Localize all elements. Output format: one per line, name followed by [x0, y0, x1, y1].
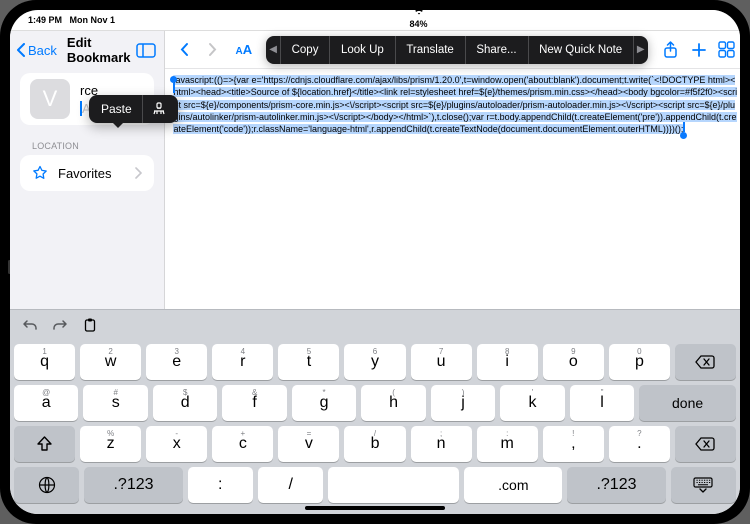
key-v[interactable]: =v [278, 426, 339, 462]
clipboard-button[interactable] [80, 318, 100, 332]
globe-key[interactable] [14, 467, 79, 503]
punct-slash-key[interactable]: / [258, 467, 323, 503]
location-section-label: LOCATION [32, 141, 164, 151]
key-g[interactable]: *g [292, 385, 356, 421]
key-e[interactable]: 3e [146, 344, 207, 380]
edit-menu-popover: Paste [89, 95, 178, 123]
key-,[interactable]: !, [543, 426, 604, 462]
key-b[interactable]: /b [344, 426, 405, 462]
status-left: 1:49 PM Mon Nov 1 [28, 15, 115, 25]
punct-colon-key[interactable]: : [188, 467, 253, 503]
bookmark-icon-letter: V [43, 86, 58, 112]
key-u[interactable]: 7u [411, 344, 472, 380]
favorites-row[interactable]: Favorites [20, 155, 154, 191]
sidebar-nav: Back Edit Bookmark [10, 31, 164, 69]
menu-copy[interactable]: Copy [281, 36, 330, 64]
key-f[interactable]: &f [222, 385, 286, 421]
autofill-button[interactable] [142, 95, 176, 123]
page-title: Edit Bookmark [67, 35, 133, 65]
key-n[interactable]: ;n [411, 426, 472, 462]
sidebar-toggle-button[interactable] [136, 39, 156, 61]
share-button[interactable] [660, 41, 682, 59]
menu-share[interactable]: Share... [465, 36, 527, 64]
key-h[interactable]: (h [361, 385, 425, 421]
address-bar-content[interactable]: javascript:(()=>{var e='https://cdnjs.cl… [165, 69, 740, 309]
status-bar: 1:49 PM Mon Nov 1 ✈︎ 84% [10, 10, 740, 30]
key-.[interactable]: ?. [609, 426, 670, 462]
key-t[interactable]: 5t [278, 344, 339, 380]
key-x[interactable]: -x [146, 426, 207, 462]
redo-button[interactable] [50, 319, 70, 331]
status-time: 1:49 PM [28, 15, 62, 25]
chevron-right-icon [134, 167, 142, 179]
sidebar-pane: Back Edit Bookmark V rce Address Paste [10, 31, 165, 309]
menu-scroll-right[interactable]: ▶ [634, 44, 648, 55]
keyboard-shortcut-bar [10, 310, 740, 340]
menu-quicknote[interactable]: New Quick Note [528, 36, 633, 64]
browser-toolbar: AA ◀ Copy Look Up Translate Share... New… [165, 31, 740, 69]
back-label: Back [28, 43, 57, 58]
favorites-label: Favorites [58, 166, 111, 181]
back-button[interactable]: Back [14, 39, 59, 62]
backspace-key-top[interactable] [675, 344, 736, 380]
done-key[interactable]: done [639, 385, 736, 421]
key-k[interactable]: 'k [500, 385, 564, 421]
backspace-key[interactable] [675, 426, 736, 462]
paste-button[interactable]: Paste [91, 95, 142, 123]
nav-back-button[interactable] [173, 42, 195, 57]
key-c[interactable]: +c [212, 426, 273, 462]
status-date: Mon Nov 1 [70, 15, 116, 25]
wifi-icon [413, 10, 425, 15]
selection-context-menu: ◀ Copy Look Up Translate Share... New Qu… [266, 36, 648, 64]
key-l[interactable]: "l [570, 385, 634, 421]
reader-aa-button[interactable]: AA [235, 42, 252, 57]
key-y[interactable]: 6y [344, 344, 405, 380]
new-tab-button[interactable] [688, 42, 710, 58]
dotcom-key[interactable]: .com [464, 467, 562, 503]
undo-button[interactable] [20, 319, 40, 331]
key-w[interactable]: 2w [80, 344, 141, 380]
key-i[interactable]: 8i [477, 344, 538, 380]
content-pane: AA ◀ Copy Look Up Translate Share... New… [165, 31, 740, 309]
home-indicator[interactable] [305, 506, 445, 510]
menu-translate[interactable]: Translate [395, 36, 465, 64]
keyboard: 1q2w3e4r5t6y7u8i9o0p @a#s$d&f*g(h)j'k"l … [10, 309, 740, 514]
key-j[interactable]: )j [431, 385, 495, 421]
space-key[interactable] [328, 467, 459, 503]
key-p[interactable]: 0p [609, 344, 670, 380]
key-a[interactable]: @a [14, 385, 78, 421]
menu-lookup[interactable]: Look Up [330, 36, 395, 64]
menu-scroll-left[interactable]: ◀ [266, 44, 280, 55]
battery-pct: 84% [410, 19, 428, 29]
key-d[interactable]: $d [153, 385, 217, 421]
code-text: javascript:(()=>{var e='https://cdnjs.cl… [173, 75, 737, 134]
key-s[interactable]: #s [83, 385, 147, 421]
key-o[interactable]: 9o [543, 344, 604, 380]
dismiss-keyboard-key[interactable] [671, 467, 736, 503]
tabs-button[interactable] [716, 41, 738, 58]
key-z[interactable]: %z [80, 426, 141, 462]
symbols-key-right[interactable]: .?123 [567, 467, 665, 503]
symbols-key-left[interactable]: .?123 [84, 467, 182, 503]
star-icon [32, 165, 48, 181]
key-q[interactable]: 1q [14, 344, 75, 380]
nav-forward-button[interactable] [201, 42, 223, 57]
shift-key[interactable] [14, 426, 75, 462]
key-m[interactable]: :m [477, 426, 538, 462]
key-r[interactable]: 4r [212, 344, 273, 380]
bookmark-icon: V [30, 79, 70, 119]
